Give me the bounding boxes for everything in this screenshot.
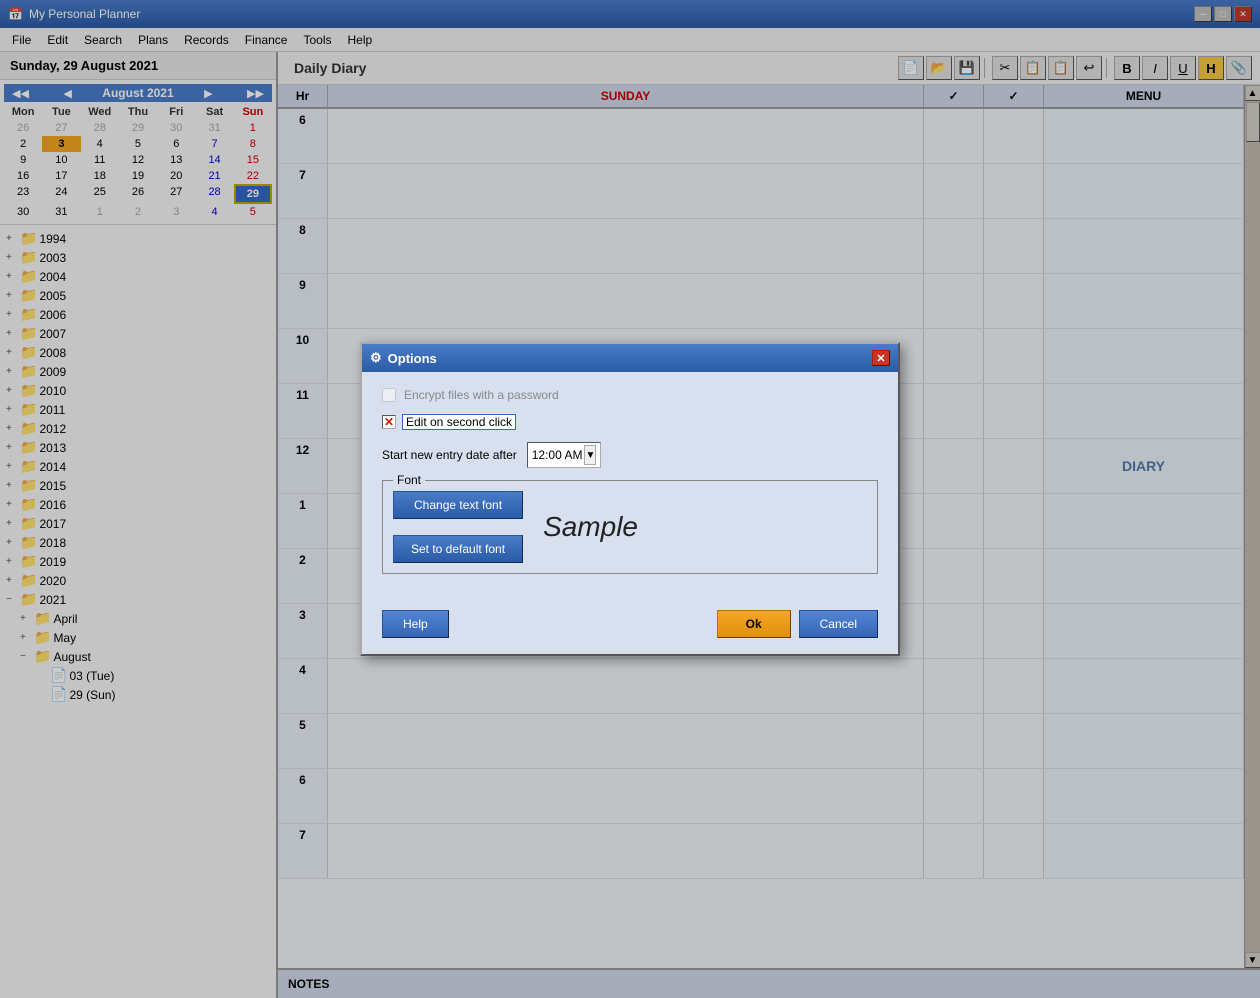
dialog-footer-right: Ok Cancel [717, 610, 878, 638]
ok-button[interactable]: Ok [717, 610, 791, 638]
help-button[interactable]: Help [382, 610, 449, 638]
dialog-title-bar: ⚙ Options ✕ [362, 344, 898, 372]
font-group-label: Font [393, 473, 425, 487]
set-default-font-button[interactable]: Set to default font [393, 535, 523, 563]
start-entry-row: Start new entry date after 12:00 AM ▼ [382, 442, 878, 468]
change-font-button[interactable]: Change text font [393, 491, 523, 519]
dialog-icon: ⚙ [370, 350, 382, 366]
edit-click-row: ✕ Edit on second click [382, 414, 878, 430]
dialog-title-text: Options [388, 351, 437, 366]
encrypt-row: Encrypt files with a password [382, 388, 878, 402]
dialog-footer: Help Ok Cancel [362, 602, 898, 654]
options-dialog: ⚙ Options ✕ Encrypt files with a passwor… [360, 342, 900, 656]
time-dropdown-arrow[interactable]: ▼ [584, 445, 596, 465]
edit-click-check-mark: ✕ [384, 415, 394, 429]
encrypt-label: Encrypt files with a password [404, 388, 559, 402]
time-value: 12:00 AM [532, 448, 583, 462]
cancel-button[interactable]: Cancel [799, 610, 878, 638]
font-sample: Sample [543, 511, 638, 543]
font-group: Font Change text font Set to default fon… [382, 480, 878, 574]
font-buttons: Change text font Set to default font [393, 491, 523, 563]
encrypt-checkbox[interactable] [382, 388, 396, 402]
font-content: Change text font Set to default font Sam… [393, 491, 867, 563]
edit-click-label: Edit on second click [402, 414, 516, 430]
start-entry-label: Start new entry date after [382, 448, 517, 462]
time-select[interactable]: 12:00 AM ▼ [527, 442, 602, 468]
dialog-close-button[interactable]: ✕ [872, 350, 890, 366]
edit-click-checkbox[interactable]: ✕ [382, 415, 396, 429]
dialog-title-left: ⚙ Options [370, 350, 437, 366]
edit-click-inner: ✕ Edit on second click [382, 414, 516, 430]
dialog-body: Encrypt files with a password ✕ Edit on … [362, 372, 898, 602]
dialog-overlay: ⚙ Options ✕ Encrypt files with a passwor… [0, 0, 1260, 998]
